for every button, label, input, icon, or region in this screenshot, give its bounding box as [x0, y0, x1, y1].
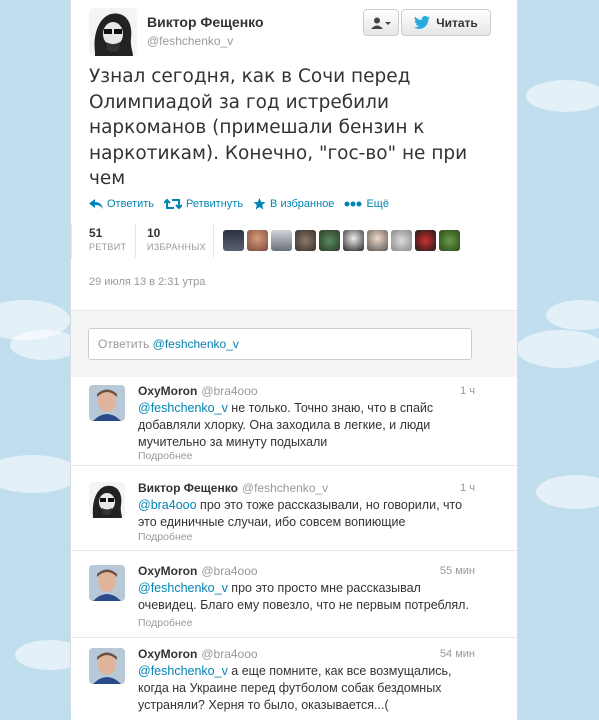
reply-author-name: OxyMoron — [138, 384, 198, 398]
reply-author-handle: @bra4ooo — [201, 384, 258, 398]
retweet-icon — [164, 198, 183, 210]
favoriters-list — [223, 230, 460, 251]
user-actions-button[interactable] — [363, 9, 399, 36]
reply-author-name: Виктор Фещенко — [138, 481, 238, 495]
reply-mention-link[interactable]: @bra4ooo — [138, 498, 197, 512]
reply-time[interactable]: 1 ч — [460, 482, 475, 494]
reply-icon — [89, 199, 103, 209]
user-dropdown-icon — [371, 17, 391, 29]
reply-tweet[interactable]: OxyMoron @bra4ooo 1 ч @feshchenko_v не то… — [71, 377, 517, 466]
favoriter-avatar[interactable] — [367, 230, 388, 251]
divider — [213, 224, 214, 258]
reply-text: @bra4ooo про это тоже рассказывали, но г… — [138, 497, 478, 531]
reply-input[interactable]: Ответить @feshchenko_v — [88, 328, 472, 360]
favoriter-avatar[interactable] — [319, 230, 340, 251]
retweet-action[interactable]: Ретвитнуть — [164, 198, 243, 210]
author-name[interactable]: Виктор Фещенко — [147, 14, 264, 30]
reply-tweet[interactable]: Виктор Фещенко @feshchenko_v 1 ч @bra4ooo… — [71, 474, 517, 551]
retweet-count: 51 — [89, 226, 103, 240]
favoriter-avatar[interactable] — [391, 230, 412, 251]
reply-author-handle: @bra4ooo — [201, 647, 258, 661]
star-icon — [253, 198, 266, 210]
reply-expand-link[interactable]: Подробнее — [138, 450, 192, 462]
favoriter-avatar[interactable] — [415, 230, 436, 251]
favoriter-avatar[interactable] — [343, 230, 364, 251]
favoriter-avatar[interactable] — [247, 230, 268, 251]
more-action[interactable]: Ещё — [344, 198, 389, 210]
retweet-label: Ретвитнуть — [186, 198, 244, 210]
retweet-count-label: РЕТВИТ — [89, 242, 127, 252]
reply-avatar[interactable] — [89, 482, 125, 518]
divider — [71, 224, 72, 258]
tweet-date[interactable]: 29 июля 13 в 2:31 утра — [89, 276, 205, 288]
follow-button[interactable]: Читать — [401, 9, 491, 36]
tweet-stats: 51 РЕТВИТ 10 ИЗБРАННЫХ — [71, 220, 517, 264]
background-left — [0, 0, 85, 710]
tweet-text: Узнал сегодня, как в Сочи перед Олимпиад… — [89, 66, 468, 189]
reply-avatar[interactable] — [89, 648, 125, 684]
retweet-stat[interactable]: 51 РЕТВИТ — [89, 226, 126, 252]
reply-placeholder: Ответить — [98, 337, 150, 351]
reply-mention-link[interactable]: @feshchenko_v — [138, 581, 228, 595]
favorite-action[interactable]: В избранное — [253, 198, 334, 210]
reply-text: @feshchenko_v а еще помните, как все воз… — [138, 663, 478, 714]
reply-mention: @feshchenko_v — [152, 337, 239, 351]
favorite-count-label: ИЗБРАННЫХ — [147, 242, 206, 252]
main-tweet: Виктор Фещенко @feshchenko_v Читать Узна… — [71, 0, 517, 310]
reply-time[interactable]: 55 мин — [440, 565, 475, 577]
reply-expand-link[interactable]: Подробнее — [138, 617, 192, 629]
favorite-count: 10 — [147, 226, 161, 240]
twitter-bird-icon — [414, 16, 431, 29]
favoriter-avatar[interactable] — [295, 230, 316, 251]
reply-text: @feshchenko_v не только. Точно знаю, что… — [138, 400, 478, 451]
reply-mention-link[interactable]: @feshchenko_v — [138, 664, 228, 678]
author-avatar[interactable] — [89, 8, 137, 56]
reply-tweet[interactable]: OxyMoron @bra4ooo 54 мин @feshchenko_v а … — [71, 640, 517, 720]
background-right — [516, 0, 599, 710]
reply-action[interactable]: Ответить — [89, 198, 154, 210]
reply-author[interactable]: OxyMoron @bra4ooo — [138, 564, 258, 578]
reply-author-handle: @feshchenko_v — [241, 481, 329, 495]
favorite-label: В избранное — [270, 198, 335, 210]
reply-author-name: OxyMoron — [138, 564, 198, 578]
favoriter-avatar[interactable] — [223, 230, 244, 251]
reply-time[interactable]: 54 мин — [440, 648, 475, 660]
favorite-stat[interactable]: 10 ИЗБРАННЫХ — [147, 226, 206, 252]
reply-avatar[interactable] — [89, 385, 125, 421]
reply-author[interactable]: Виктор Фещенко @feshchenko_v — [138, 481, 328, 495]
reply-label: Ответить — [107, 198, 155, 210]
more-label: Ещё — [366, 198, 389, 210]
reply-composer: Ответить @feshchenko_v — [71, 310, 517, 378]
favoriter-avatar[interactable] — [271, 230, 292, 251]
tweet-actions: Ответить Ретвитнуть В избранное Ещё — [89, 195, 399, 213]
divider — [135, 224, 136, 258]
reply-tweet[interactable]: OxyMoron @bra4ooo 55 мин @feshchenko_v пр… — [71, 557, 517, 638]
reply-author[interactable]: OxyMoron @bra4ooo — [138, 647, 258, 661]
reply-author-name: OxyMoron — [138, 647, 198, 661]
reply-text: @feshchenko_v про это просто мне рассказ… — [138, 580, 478, 614]
reply-expand-link[interactable]: Подробнее — [138, 531, 192, 543]
follow-button-label: Читать — [436, 15, 478, 30]
favoriter-avatar[interactable] — [439, 230, 460, 251]
reply-author[interactable]: OxyMoron @bra4ooo — [138, 384, 258, 398]
reply-avatar[interactable] — [89, 565, 125, 601]
reply-author-handle: @bra4ooo — [201, 564, 258, 578]
tweet-permalink-card: Виктор Фещенко @feshchenko_v Читать Узна… — [70, 0, 518, 720]
more-dots-icon — [344, 201, 362, 207]
reply-time[interactable]: 1 ч — [460, 385, 475, 397]
author-handle[interactable]: @feshchenko_v — [147, 34, 233, 48]
reply-mention-link[interactable]: @feshchenko_v — [138, 401, 228, 415]
